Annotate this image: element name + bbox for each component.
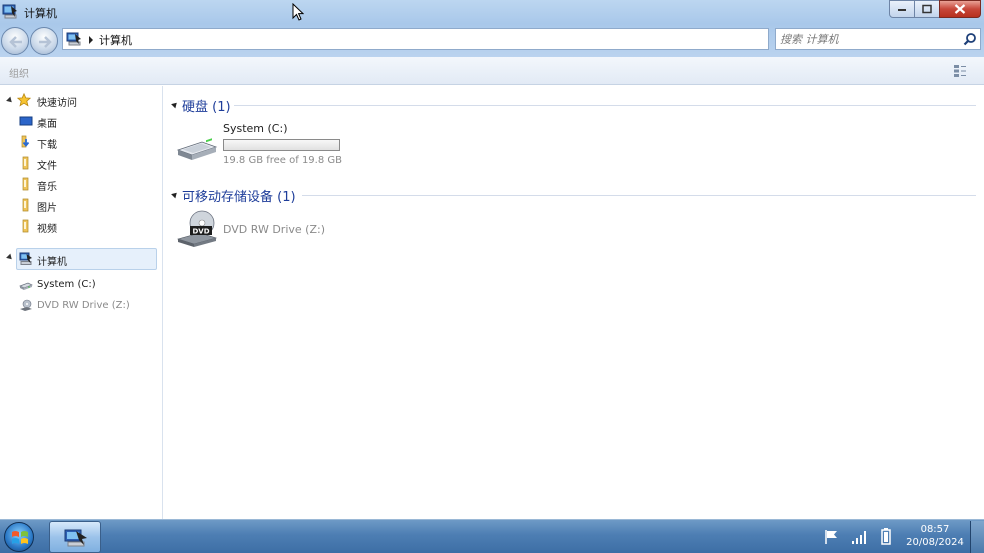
sidebar-item-computer[interactable]: 计算机 xyxy=(16,248,157,270)
sidebar-item-videos[interactable]: 视频 xyxy=(0,217,160,237)
computer-icon xyxy=(66,32,81,46)
group-header-removable-storage[interactable]: 可移动存储设备 (1) xyxy=(171,185,976,205)
collapse-icon[interactable] xyxy=(171,190,179,199)
back-button[interactable] xyxy=(1,27,29,55)
group-header-hard-disks[interactable]: 硬盘 (1) xyxy=(171,95,976,115)
group-divider xyxy=(234,105,976,106)
sidebar-item-desktop[interactable]: 桌面 xyxy=(0,112,160,132)
battery-icon[interactable] xyxy=(880,527,892,545)
dvd-drive-icon xyxy=(20,299,32,311)
expand-collapse-icon[interactable] xyxy=(6,96,14,105)
downloads-icon xyxy=(21,135,30,148)
sidebar-item-label: 文件 xyxy=(37,161,57,172)
taskbar: 08:57 20/08/2024 xyxy=(0,519,984,553)
organize-menu[interactable]: 组织 xyxy=(9,65,29,80)
sidebar-item-label: 下载 xyxy=(37,140,57,151)
sidebar-item-label: 图片 xyxy=(37,203,57,214)
close-icon xyxy=(954,4,966,14)
search-icon[interactable] xyxy=(963,32,977,46)
sidebar-item-system-c[interactable]: System (C:) xyxy=(0,276,160,296)
hard-drive-icon xyxy=(19,282,33,290)
maximize-icon xyxy=(922,4,932,14)
breadcrumb-computer[interactable]: 计算机 xyxy=(99,32,132,48)
clock-time[interactable]: 08:57 xyxy=(906,524,964,535)
search-input[interactable] xyxy=(780,31,960,47)
title-bar[interactable]: 计算机 xyxy=(0,0,984,24)
show-desktop-button[interactable] xyxy=(970,521,984,553)
computer-icon xyxy=(19,252,32,265)
sidebar-item-music[interactable]: 音乐 xyxy=(0,175,160,195)
group-title: 硬盘 (1) xyxy=(182,100,231,115)
folder-icon xyxy=(22,219,29,233)
sidebar-item-label: 视频 xyxy=(37,224,57,235)
drive-name: DVD RW Drive (Z:) xyxy=(223,223,325,236)
sidebar-item-label: 计算机 xyxy=(37,257,67,268)
clock-date[interactable]: 20/08/2024 xyxy=(903,537,967,548)
folder-icon xyxy=(22,177,29,191)
sidebar-item-label: DVD RW Drive (Z:) xyxy=(37,300,130,311)
window-title: 计算机 xyxy=(24,7,57,20)
back-arrow-icon xyxy=(9,36,22,48)
mouse-cursor-icon xyxy=(292,3,304,21)
network-signal-icon[interactable] xyxy=(851,529,869,545)
sidebar-item-label: 音乐 xyxy=(37,182,57,193)
dvd-drive-icon: DVD xyxy=(176,210,218,247)
group-divider xyxy=(302,195,976,196)
start-button[interactable] xyxy=(4,522,34,552)
navigation-bar: 计算机 xyxy=(0,24,984,57)
windows-logo-icon xyxy=(12,531,28,544)
capacity-bar xyxy=(223,139,340,151)
minimize-button[interactable] xyxy=(889,0,915,18)
star-icon xyxy=(17,93,31,107)
expand-collapse-icon[interactable] xyxy=(6,253,14,262)
sidebar-item-quick-access[interactable]: 快速访问 xyxy=(0,91,160,111)
forward-button[interactable] xyxy=(30,27,58,55)
sidebar-item-dvd-drive[interactable]: DVD RW Drive (Z:) xyxy=(0,297,160,317)
search-box[interactable] xyxy=(775,28,981,50)
hard-drive-icon xyxy=(176,138,218,160)
desktop-icon xyxy=(19,116,33,126)
maximize-button[interactable] xyxy=(914,0,940,18)
close-button[interactable] xyxy=(939,0,981,18)
drive-name: System (C:) xyxy=(223,122,288,135)
taskbar-app-explorer[interactable] xyxy=(49,521,101,553)
drive-free-space: 19.8 GB free of 19.8 GB xyxy=(223,155,342,166)
folder-icon xyxy=(22,198,29,212)
minimize-icon xyxy=(898,9,906,11)
folder-icon xyxy=(22,156,29,170)
sidebar-item-documents[interactable]: 文件 xyxy=(0,154,160,174)
explorer-icon xyxy=(64,529,87,547)
sidebar-item-downloads[interactable]: 下载 xyxy=(0,133,160,153)
address-bar[interactable]: 计算机 xyxy=(62,28,769,50)
sidebar-item-pictures[interactable]: 图片 xyxy=(0,196,160,216)
change-view-icon[interactable] xyxy=(953,64,967,78)
command-bar: 组织 xyxy=(0,57,984,85)
group-title: 可移动存储设备 (1) xyxy=(182,190,296,205)
dvd-logo-text: DVD xyxy=(192,228,209,236)
action-center-flag-icon[interactable] xyxy=(824,529,840,545)
sidebar-item-label: System (C:) xyxy=(37,279,96,290)
sidebar-item-label: 快速访问 xyxy=(37,98,77,109)
navigation-pane: 快速访问 桌面 下载 文件 音乐 图片 视频 计算机 System (C:) D… xyxy=(0,86,163,519)
sidebar-item-label: 桌面 xyxy=(37,119,57,130)
computer-icon xyxy=(2,4,17,19)
breadcrumb-separator-icon[interactable] xyxy=(89,36,93,44)
forward-arrow-icon xyxy=(39,36,52,48)
content-pane: 硬盘 (1) System (C:) 19.8 GB free of 19.8 … xyxy=(164,86,984,519)
collapse-icon[interactable] xyxy=(171,100,179,109)
